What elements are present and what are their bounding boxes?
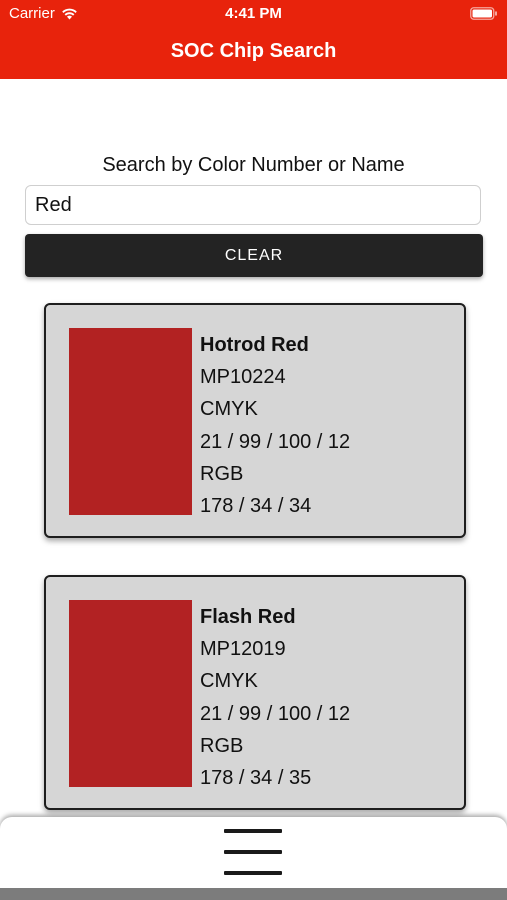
color-card-flash-red[interactable]: Flash Red MP12019 CMYK 21 / 99 / 100 / 1…	[44, 575, 466, 810]
rgb-label: RGB	[200, 462, 244, 485]
rgb-label: RGB	[200, 734, 244, 757]
page-title: SOC Chip Search	[170, 40, 337, 62]
home-indicator-bar	[0, 888, 507, 900]
color-details: Flash Red MP12019 CMYK 21 / 99 / 100 / 1…	[200, 601, 350, 794]
color-code: MP10224	[200, 366, 286, 389]
color-swatch	[69, 328, 192, 515]
cmyk-label: CMYK	[200, 670, 258, 693]
app-screen: Carrier 4:41 PM SOC Chip Search Search b…	[0, 0, 507, 900]
menu-line	[224, 850, 282, 854]
color-name: Hotrod Red	[200, 334, 309, 356]
battery-icon	[470, 7, 498, 20]
clear-button[interactable]: CLEAR	[25, 234, 483, 277]
hamburger-menu-icon[interactable]	[224, 829, 282, 877]
status-time: 4:41 PM	[225, 5, 282, 22]
cmyk-label: CMYK	[200, 398, 258, 421]
cmyk-values: 21 / 99 / 100 / 12	[200, 702, 351, 725]
rgb-values: 178 / 34 / 34	[200, 495, 312, 518]
cmyk-values: 21 / 99 / 100 / 12	[200, 430, 351, 453]
color-swatch	[69, 600, 192, 787]
color-code: MP12019	[200, 638, 286, 661]
menu-line	[224, 829, 282, 833]
color-name: Flash Red	[200, 606, 296, 628]
menu-line	[224, 871, 282, 875]
rgb-values: 178 / 34 / 35	[200, 767, 312, 790]
color-card-hotrod-red[interactable]: Hotrod Red MP10224 CMYK 21 / 99 / 100 / …	[44, 303, 466, 538]
app-header: Carrier 4:41 PM SOC Chip Search	[0, 0, 507, 79]
status-bar: Carrier 4:41 PM	[0, 0, 507, 28]
search-label: Search by Color Number or Name	[102, 154, 405, 176]
search-input[interactable]	[25, 185, 481, 225]
color-details: Hotrod Red MP10224 CMYK 21 / 99 / 100 / …	[200, 329, 350, 522]
